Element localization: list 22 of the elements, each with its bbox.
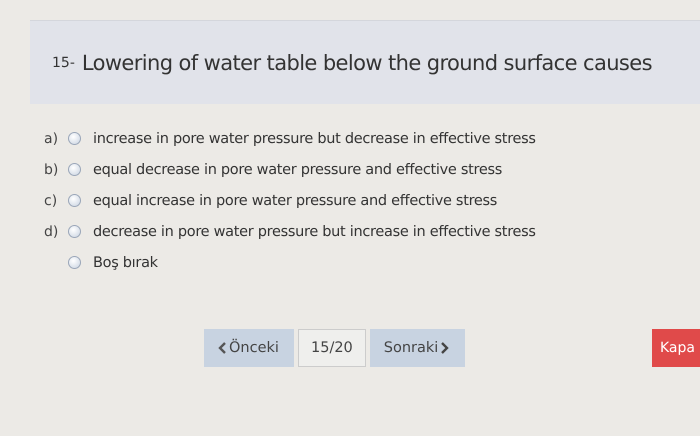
close-button[interactable]: Kapa — [652, 329, 700, 367]
chevron-right-icon — [440, 342, 450, 354]
option-text[interactable]: equal increase in pore water pressure and effective stress — [93, 192, 498, 208]
radio-button[interactable] — [68, 225, 81, 238]
radio-button[interactable] — [68, 132, 81, 145]
next-button[interactable]: Sonraki — [370, 329, 465, 367]
page-counter: 15/20 — [298, 329, 366, 367]
option-letter: a) — [44, 130, 60, 146]
previous-button[interactable]: Önceki — [204, 329, 294, 367]
option-letter: c) — [44, 192, 58, 208]
option-text[interactable]: increase in pore water pressure but decrease in effective stress — [93, 130, 536, 146]
chevron-left-icon — [218, 342, 227, 354]
question-text: Lowering of water table below the ground surface causes — [82, 50, 652, 74]
option-text[interactable]: equal decrease in pore water pressure and effective stress — [93, 162, 502, 178]
option-letter: d) — [44, 224, 60, 240]
radio-button[interactable] — [68, 194, 81, 207]
option-text[interactable]: decrease in pore water pressure but increase in effective stress — [93, 224, 536, 240]
option-letter: b) — [44, 162, 60, 178]
option-text[interactable]: Boş bırak — [93, 254, 158, 270]
question-number: 15- — [52, 54, 75, 70]
radio-button[interactable] — [68, 256, 81, 269]
radio-button[interactable] — [68, 163, 81, 176]
